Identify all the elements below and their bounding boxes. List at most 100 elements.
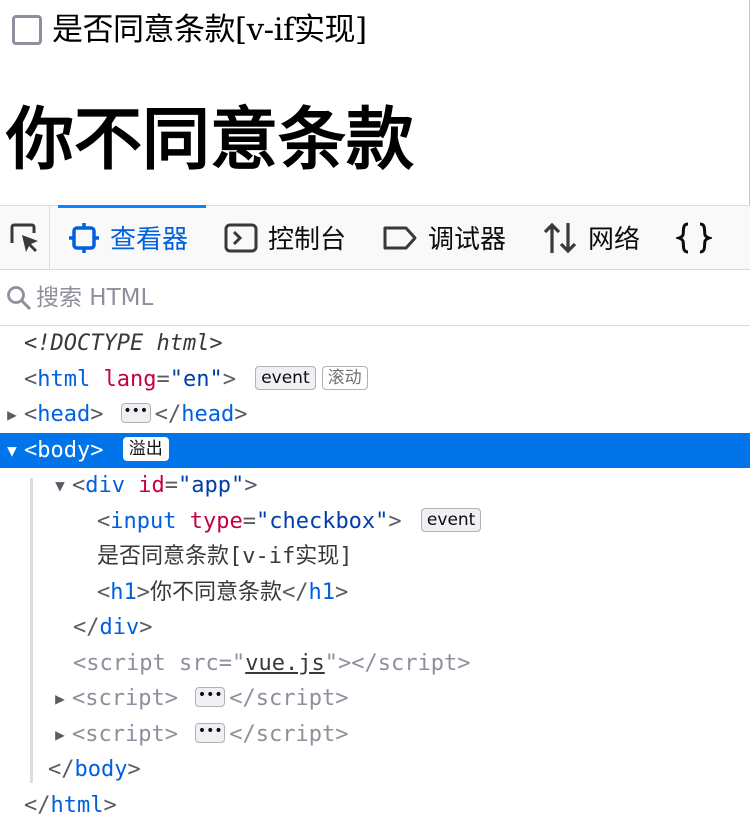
tree-row-script-2[interactable]: ▶ <script> ••• </script> <box>0 717 750 753</box>
input-open-lt: < <box>97 508 111 534</box>
tab-debugger[interactable]: 调试器 <box>364 206 524 269</box>
expand-triangle-icon[interactable]: ▶ <box>48 717 72 753</box>
div-close-tag-name: div <box>99 615 140 640</box>
agree-checkbox-row[interactable]: 是否同意条款[v-if实现] <box>12 10 367 50</box>
tree-row-html[interactable]: <html lang="en"> event 滚动 <box>0 362 750 398</box>
collapse-triangle-icon[interactable]: ▼ <box>48 468 72 504</box>
tree-row-doctype[interactable]: <!DOCTYPE html> <box>0 326 750 362</box>
rendered-page: 是否同意条款[v-if实现] 你不同意条款 <box>0 0 750 205</box>
html-attr-eq: = <box>156 366 170 392</box>
input-attr-eq: = <box>242 508 256 534</box>
script2-collapsed-dots[interactable]: ••• <box>195 722 226 743</box>
element-picker-button[interactable] <box>0 206 50 269</box>
head-tag-name: head <box>37 402 91 427</box>
script2-open-gt: > <box>164 721 178 747</box>
script1-open-lt: < <box>72 686 86 711</box>
tree-row-input[interactable]: <input type="checkbox"> event <box>0 504 750 540</box>
head-open-lt: < <box>24 402 38 427</box>
devtools-toolbar: 查看器 控制台 调试器 网络 <box>0 205 750 270</box>
html-event-badge[interactable]: event <box>255 365 316 390</box>
html-close-tag-name: html <box>50 792 104 818</box>
h1-open-lt: < <box>97 579 111 605</box>
console-icon <box>224 223 258 252</box>
div-attr-name: id <box>138 473 165 498</box>
tree-row-head[interactable]: ▶ <head> ••• </head> <box>0 397 750 433</box>
script1-collapsed-dots[interactable]: ••• <box>195 687 226 707</box>
script2-close-tag-name: script <box>255 721 336 747</box>
head-collapsed-dots[interactable]: ••• <box>120 403 151 423</box>
body-close-tag-name: body <box>74 757 128 782</box>
tree-row-div-close[interactable]: </div> <box>0 610 750 646</box>
h1-close-tag-name: h1 <box>308 579 336 605</box>
collapse-triangle-icon[interactable]: ▼ <box>0 433 24 469</box>
script1-close-lt: </ <box>229 686 256 711</box>
tree-row-text[interactable]: 是否同意条款[v-if实现] <box>0 539 750 575</box>
html-attr-value: "en" <box>169 366 223 392</box>
tree-row-script-1[interactable]: ▶ <script> ••• </script> <box>0 681 750 717</box>
body-tag-name: body <box>37 437 91 463</box>
script-vue-open-lt: < <box>73 650 87 676</box>
script-vue-close-gt: > <box>457 650 471 676</box>
tab-network[interactable]: 网络 <box>524 206 658 269</box>
tab-console[interactable]: 控制台 <box>206 206 364 269</box>
agree-checkbox[interactable] <box>12 15 42 45</box>
tree-row-body-close[interactable]: </body> <box>0 752 750 788</box>
input-event-badge[interactable]: event <box>420 507 482 532</box>
doctype-node: <!DOCTYPE html> <box>24 331 223 356</box>
agree-checkbox-label: 是否同意条款[v-if实现] <box>52 12 367 48</box>
debugger-icon <box>383 226 417 249</box>
tab-style-editor[interactable] <box>658 206 722 269</box>
script-vue-tag-name: script <box>86 650 166 676</box>
tree-row-div[interactable]: ▼ <div id="app"> <box>0 468 750 504</box>
tab-inspector[interactable]: 查看器 <box>50 205 207 269</box>
h1-text: 你不同意条款 <box>150 579 283 605</box>
script1-open-gt: > <box>164 686 178 711</box>
network-icon <box>543 222 577 253</box>
inspector-icon <box>69 222 99 253</box>
input-attr-value: "checkbox" <box>255 508 389 534</box>
script-src-quote-open: " <box>231 650 246 676</box>
body-open-gt: > <box>90 437 104 463</box>
tree-row-body-selected[interactable]: ▼ <body> 溢出 <box>0 432 750 469</box>
script2-close-lt: </ <box>229 721 256 747</box>
html-attr-name: lang <box>103 366 157 392</box>
page-heading: 你不同意条款 <box>6 100 415 180</box>
script-src-link[interactable]: vue.js <box>245 651 324 676</box>
h1-close-gt: > <box>335 579 349 605</box>
body-close-lt: </ <box>48 757 75 782</box>
tab-console-label: 控制台 <box>268 225 347 255</box>
element-picker-icon <box>10 223 38 252</box>
head-close-gt: > <box>234 402 248 427</box>
head-close-tag-name: head <box>181 402 235 427</box>
script-vue-close-lt: </ <box>351 650 378 676</box>
div-open-gt: > <box>244 473 258 498</box>
tab-network-label: 网络 <box>588 225 641 255</box>
div-close-gt: > <box>139 615 153 640</box>
input-attr-name: type <box>189 508 243 534</box>
input-tag-name: input <box>110 508 177 534</box>
div-open-lt: < <box>72 473 86 498</box>
html-open-lt: < <box>24 366 38 392</box>
tree-row-script-vue[interactable]: <script src="vue.js"></script> <box>0 646 750 682</box>
tree-row-html-close[interactable]: </html> <box>0 788 750 824</box>
html-scroll-badge[interactable]: 滚动 <box>321 365 368 390</box>
html-close-lt: </ <box>24 792 51 818</box>
div-attr-value: "app" <box>178 473 245 498</box>
tab-inspector-label: 查看器 <box>110 225 189 255</box>
script1-close-gt: > <box>335 686 349 711</box>
head-close-lt: </ <box>154 402 182 427</box>
tree-row-h1[interactable]: <h1>你不同意条款</h1> <box>0 575 750 611</box>
expand-triangle-icon[interactable]: ▶ <box>0 397 24 433</box>
html-search-bar <box>0 270 750 326</box>
script1-close-tag-name: script <box>255 686 336 711</box>
html-search-input[interactable] <box>36 284 716 311</box>
h1-open-gt: > <box>136 579 150 605</box>
body-overflow-badge[interactable]: 溢出 <box>122 436 169 461</box>
head-open-gt: > <box>90 402 104 427</box>
script-src-attr: src <box>178 650 219 676</box>
script-vue-open-gt: > <box>337 650 352 676</box>
script2-close-gt: > <box>335 721 349 747</box>
expand-triangle-icon[interactable]: ▶ <box>48 681 72 717</box>
html-close-gt: > <box>103 792 117 818</box>
html-open-gt: > <box>222 366 236 392</box>
